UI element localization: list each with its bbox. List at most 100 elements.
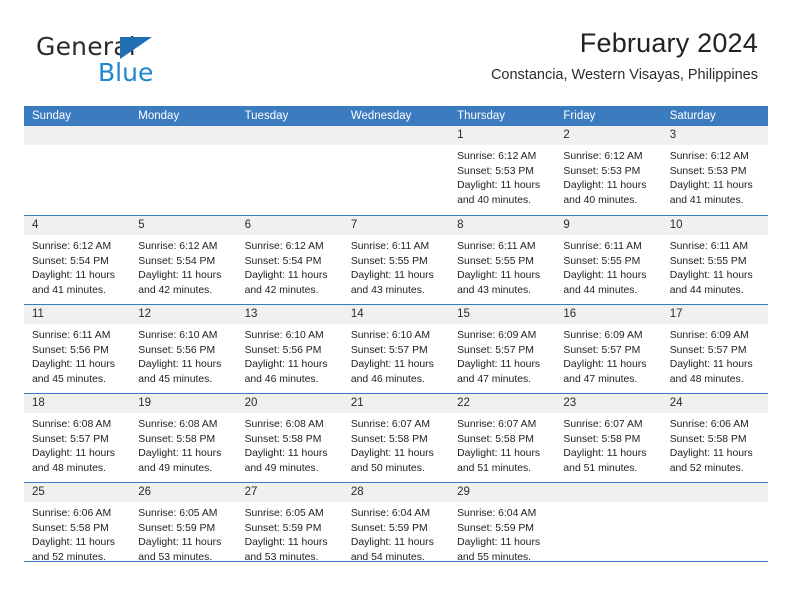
day-info: Sunrise: 6:10 AM Sunset: 5:56 PM Dayligh… [237, 324, 343, 387]
daylight-text-line1: Daylight: 11 hours [669, 270, 753, 282]
day-info: Sunrise: 6:11 AM Sunset: 5:55 PM Dayligh… [343, 235, 449, 298]
day-info [237, 145, 343, 150]
day-cell[interactable]: 21 Sunrise: 6:07 AM Sunset: 5:58 PM Dayl… [342, 394, 450, 482]
daylight-text-line1: Daylight: 11 hours [350, 270, 434, 282]
weekday-header-row: Sunday Monday Tuesday Wednesday Thursday… [24, 106, 768, 126]
day-number: 5 [130, 216, 237, 235]
daylight-text-line2: and 48 minutes. [669, 373, 744, 385]
day-cell[interactable]: 12 Sunrise: 6:10 AM Sunset: 5:56 PM Dayl… [130, 305, 237, 393]
sunset-text: Sunset: 5:57 PM [669, 344, 747, 356]
day-cell[interactable]: 4 Sunrise: 6:12 AM Sunset: 5:54 PM Dayli… [24, 216, 131, 304]
day-info: Sunrise: 6:08 AM Sunset: 5:58 PM Dayligh… [130, 413, 236, 476]
sunrise-text: Sunrise: 6:07 AM [457, 419, 537, 430]
day-info: Sunrise: 6:12 AM Sunset: 5:54 PM Dayligh… [24, 235, 130, 298]
sunset-text: Sunset: 5:53 PM [563, 165, 641, 177]
day-info: Sunrise: 6:07 AM Sunset: 5:58 PM Dayligh… [449, 413, 555, 476]
day-cell[interactable]: 18 Sunrise: 6:08 AM Sunset: 5:57 PM Dayl… [24, 394, 131, 482]
day-cell[interactable]: 25 Sunrise: 6:06 AM Sunset: 5:58 PM Dayl… [24, 483, 131, 571]
day-cell [130, 126, 237, 215]
daylight-text-line2: and 40 minutes. [457, 194, 532, 206]
day-info [130, 145, 236, 150]
title-block: February 2024 Constancia, Western Visaya… [491, 26, 758, 84]
day-cell[interactable]: 16 Sunrise: 6:09 AM Sunset: 5:57 PM Dayl… [555, 305, 662, 393]
weekday-header-monday: Monday [138, 110, 180, 122]
daylight-text-line2: and 47 minutes. [457, 373, 532, 385]
sunset-text: Sunset: 5:57 PM [457, 344, 534, 356]
daylight-text-line1: Daylight: 11 hours [563, 180, 647, 192]
day-cell[interactable]: 28 Sunrise: 6:04 AM Sunset: 5:59 PM Dayl… [342, 483, 450, 571]
daylight-text-line2: and 45 minutes. [138, 373, 213, 385]
daylight-text-line1: Daylight: 11 hours [138, 448, 222, 460]
page-header: General Blue February 2024 Constancia, W… [24, 26, 758, 96]
sunset-text: Sunset: 5:54 PM [244, 255, 322, 267]
day-cell[interactable]: 29 Sunrise: 6:04 AM Sunset: 5:59 PM Dayl… [449, 483, 556, 571]
sunrise-text: Sunrise: 6:12 AM [563, 151, 643, 162]
day-cell[interactable]: 19 Sunrise: 6:08 AM Sunset: 5:58 PM Dayl… [130, 394, 237, 482]
sunrise-text: Sunrise: 6:06 AM [669, 419, 749, 430]
day-cell[interactable]: 14 Sunrise: 6:10 AM Sunset: 5:57 PM Dayl… [342, 305, 450, 393]
bottom-divider [24, 561, 768, 563]
day-cell[interactable]: 13 Sunrise: 6:10 AM Sunset: 5:56 PM Dayl… [236, 305, 343, 393]
daylight-text-line2: and 44 minutes. [563, 284, 638, 296]
sunrise-text: Sunrise: 6:12 AM [457, 151, 537, 162]
sunset-text: Sunset: 5:54 PM [138, 255, 216, 267]
day-info: Sunrise: 6:10 AM Sunset: 5:57 PM Dayligh… [343, 324, 449, 387]
daylight-text-line2: and 51 minutes. [457, 462, 532, 474]
weekday-header-friday: Friday [563, 110, 596, 122]
general-blue-logo: General Blue [36, 32, 226, 88]
daylight-text-line2: and 54 minutes. [350, 551, 425, 563]
day-cell[interactable]: 15 Sunrise: 6:09 AM Sunset: 5:57 PM Dayl… [449, 305, 556, 393]
daylight-text-line1: Daylight: 11 hours [350, 448, 434, 460]
weekday-header-thursday: Thursday [457, 110, 506, 122]
day-info: Sunrise: 6:06 AM Sunset: 5:58 PM Dayligh… [24, 502, 130, 565]
day-cell[interactable]: 2 Sunrise: 6:12 AM Sunset: 5:53 PM Dayli… [555, 126, 662, 215]
sunset-text: Sunset: 5:58 PM [244, 433, 322, 445]
sunset-text: Sunset: 5:56 PM [138, 344, 216, 356]
sunrise-text: Sunrise: 6:09 AM [669, 330, 749, 341]
daylight-text-line2: and 43 minutes. [350, 284, 425, 296]
daylight-text-line1: Daylight: 11 hours [244, 537, 328, 549]
daylight-text-line1: Daylight: 11 hours [457, 180, 541, 192]
day-number: 20 [236, 394, 343, 413]
sunrise-text: Sunrise: 6:10 AM [350, 330, 430, 341]
day-number: 21 [342, 394, 450, 413]
day-cell[interactable]: 6 Sunrise: 6:12 AM Sunset: 5:54 PM Dayli… [236, 216, 343, 304]
weekday-header-tuesday: Tuesday [244, 110, 289, 122]
day-info: Sunrise: 6:08 AM Sunset: 5:58 PM Dayligh… [237, 413, 343, 476]
weekday-header-wednesday: Wednesday [350, 110, 412, 122]
day-cell[interactable]: 10 Sunrise: 6:11 AM Sunset: 5:55 PM Dayl… [661, 216, 768, 304]
day-number: 8 [449, 216, 556, 235]
day-cell[interactable]: 24 Sunrise: 6:06 AM Sunset: 5:58 PM Dayl… [661, 394, 768, 482]
day-cell[interactable]: 20 Sunrise: 6:08 AM Sunset: 5:58 PM Dayl… [236, 394, 343, 482]
day-cell[interactable]: 9 Sunrise: 6:11 AM Sunset: 5:55 PM Dayli… [555, 216, 662, 304]
day-cell[interactable]: 26 Sunrise: 6:05 AM Sunset: 5:59 PM Dayl… [130, 483, 237, 571]
day-cell[interactable]: 3 Sunrise: 6:12 AM Sunset: 5:53 PM Dayli… [661, 126, 768, 215]
daylight-text-line2: and 48 minutes. [32, 462, 106, 474]
daylight-text-line2: and 44 minutes. [669, 284, 744, 296]
sunrise-text: Sunrise: 6:05 AM [244, 508, 324, 519]
day-number: 15 [449, 305, 556, 324]
day-cell[interactable]: 7 Sunrise: 6:11 AM Sunset: 5:55 PM Dayli… [342, 216, 450, 304]
sunset-text: Sunset: 5:57 PM [563, 344, 641, 356]
day-info: Sunrise: 6:09 AM Sunset: 5:57 PM Dayligh… [449, 324, 555, 387]
day-cell[interactable]: 23 Sunrise: 6:07 AM Sunset: 5:58 PM Dayl… [555, 394, 662, 482]
day-number: 27 [236, 483, 343, 502]
sunrise-text: Sunrise: 6:12 AM [244, 241, 324, 252]
day-cell[interactable]: 5 Sunrise: 6:12 AM Sunset: 5:54 PM Dayli… [130, 216, 237, 304]
day-cell[interactable]: 11 Sunrise: 6:11 AM Sunset: 5:56 PM Dayl… [24, 305, 131, 393]
day-cell [342, 126, 450, 215]
sunset-text: Sunset: 5:59 PM [350, 522, 428, 534]
day-cell[interactable]: 1 Sunrise: 6:12 AM Sunset: 5:53 PM Dayli… [449, 126, 556, 215]
day-cell[interactable]: 27 Sunrise: 6:05 AM Sunset: 5:59 PM Dayl… [236, 483, 343, 571]
day-number: 2 [555, 126, 662, 145]
day-cell [236, 126, 343, 215]
sunset-text: Sunset: 5:55 PM [457, 255, 534, 267]
daylight-text-line1: Daylight: 11 hours [32, 537, 115, 549]
daylight-text-line2: and 45 minutes. [32, 373, 106, 385]
daylight-text-line1: Daylight: 11 hours [32, 448, 115, 460]
day-cell[interactable]: 8 Sunrise: 6:11 AM Sunset: 5:55 PM Dayli… [449, 216, 556, 304]
day-cell[interactable]: 17 Sunrise: 6:09 AM Sunset: 5:57 PM Dayl… [661, 305, 768, 393]
day-info: Sunrise: 6:08 AM Sunset: 5:57 PM Dayligh… [24, 413, 130, 476]
day-cell[interactable]: 22 Sunrise: 6:07 AM Sunset: 5:58 PM Dayl… [449, 394, 556, 482]
daylight-text-line1: Daylight: 11 hours [244, 359, 328, 371]
